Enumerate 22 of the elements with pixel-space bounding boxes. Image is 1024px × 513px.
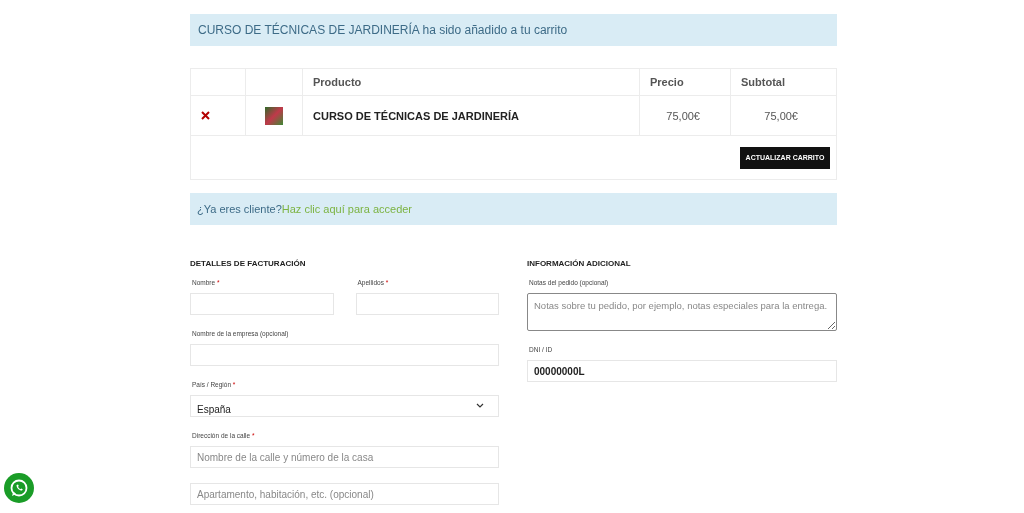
country-select[interactable]: España [190, 395, 499, 417]
input-field[interactable]: 00000000L [527, 360, 837, 382]
input-field[interactable] [190, 344, 499, 366]
subtotal-cell-text: 75,00€ [763, 108, 799, 124]
section-title: INFORMACIÓN ADICIONAL [527, 259, 632, 268]
chat-icon[interactable] [4, 473, 34, 503]
price-cell: 75,00€ [640, 96, 731, 135]
chevron-icon [476, 403, 484, 408]
input-field[interactable]: Apartamento, habitación, etc. (opcional) [190, 483, 499, 505]
input-field[interactable] [190, 293, 334, 315]
input-field[interactable]: Nombre de la calle y número de la casa [190, 446, 499, 468]
product-thumbnail[interactable] [265, 106, 283, 125]
section-title: DETALLES DE FACTURACIÓN [190, 259, 307, 268]
login-prompt: ¿Ya eres cliente? [197, 203, 282, 215]
column-header: Precio [640, 69, 731, 95]
column-header: Producto [303, 69, 640, 95]
cart-notice: CURSO DE TÉCNICAS DE JARDINERÍA ha sido añadido a tu carrito [190, 14, 837, 46]
column-header: Subtotal [740, 75, 786, 90]
input-field[interactable] [355, 293, 499, 315]
remove-icon[interactable] [201, 111, 210, 120]
product-name[interactable]: CURSO DE TÉCNICAS DE JARDINERÍA [303, 96, 640, 135]
notes-field[interactable]: Notas sobre tu pedido, por ejemplo, notas especiales para la entrega. [527, 293, 837, 331]
